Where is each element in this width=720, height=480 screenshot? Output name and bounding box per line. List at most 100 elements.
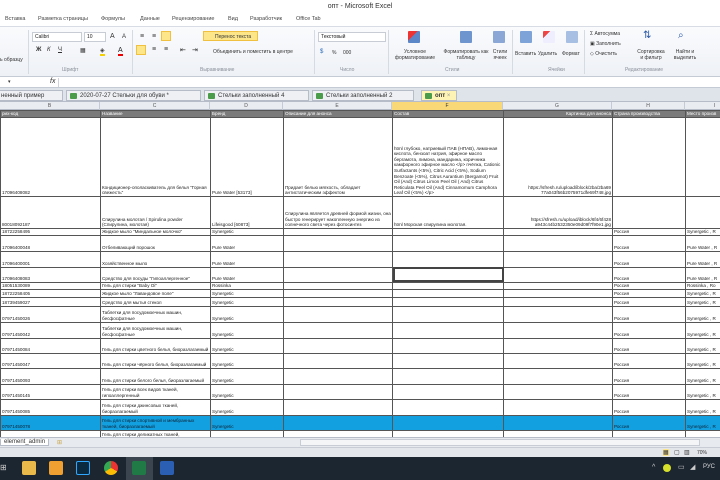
align-left-icon[interactable] xyxy=(136,45,146,55)
cell[interactable]: Россия xyxy=(612,367,686,385)
formula-input[interactable] xyxy=(58,78,718,87)
cell[interactable]: Synergetic xyxy=(210,398,284,416)
cell[interactable]: Россия xyxy=(612,288,686,298)
format-cells-icon[interactable] xyxy=(566,31,578,43)
cell[interactable]: Придает белью мягкость, обладает антиста… xyxy=(283,117,393,197)
outlook-icon[interactable] xyxy=(49,461,63,475)
cell[interactable]: Synergetic xyxy=(210,228,284,236)
shrink-font-icon[interactable]: A xyxy=(122,34,126,40)
cell[interactable] xyxy=(503,398,613,416)
cell[interactable]: 80018092187 xyxy=(0,196,101,229)
header-cell[interactable]: Место произв xyxy=(685,110,720,118)
page-layout-view-icon[interactable]: ▢ xyxy=(674,449,680,456)
cell[interactable]: Россия xyxy=(612,383,686,400)
cell[interactable]: Средство для мытья стекол xyxy=(100,296,211,307)
cell[interactable]: Synergetic , R xyxy=(685,398,720,416)
cell[interactable]: 07971450042 xyxy=(0,321,101,339)
header-cell[interactable]: рих-код xyxy=(0,110,101,118)
column-header-b[interactable]: B xyxy=(0,102,100,110)
cell[interactable]: Synergetic xyxy=(210,321,284,339)
cell[interactable]: Россия xyxy=(612,266,686,283)
cell[interactable]: 07971450026 xyxy=(0,305,101,323)
cell[interactable]: 07971450093 xyxy=(0,367,101,385)
font-color-icon[interactable]: A xyxy=(118,47,123,56)
cell[interactable]: Таблетки для посудомоечных машин, бесфос… xyxy=(100,321,211,339)
fill-color-icon[interactable]: ◈ xyxy=(100,47,105,56)
merge-center-button[interactable]: Объединить и поместить в центре xyxy=(213,49,293,55)
cell[interactable] xyxy=(503,288,613,298)
cell[interactable] xyxy=(503,281,613,290)
cell[interactable]: Спирулина молотая / Spirulina powder (Сп… xyxy=(100,196,211,229)
cell[interactable] xyxy=(392,337,504,354)
cell[interactable] xyxy=(685,196,720,229)
tab-data[interactable]: Данные xyxy=(140,16,160,22)
cell[interactable] xyxy=(283,352,393,369)
cell[interactable]: Synergetic , R xyxy=(685,296,720,307)
cell[interactable] xyxy=(612,429,686,437)
cell[interactable]: Synergetic xyxy=(210,337,284,354)
workbook-tab-active[interactable]: опт × xyxy=(421,90,457,101)
cell[interactable]: Synergetic xyxy=(210,414,284,431)
autosum-button[interactable]: Σ Автосумма xyxy=(590,31,620,37)
column-header-h[interactable]: H xyxy=(612,102,685,110)
cell[interactable]: Спирулина является древней формой жизни,… xyxy=(283,196,393,229)
cell[interactable]: 07971450145 xyxy=(0,383,101,400)
italic-button[interactable]: К xyxy=(47,47,51,53)
header-cell[interactable]: Название xyxy=(100,110,211,118)
cell[interactable]: Synergetic , R xyxy=(685,414,720,431)
cell[interactable] xyxy=(392,281,504,290)
find-select-button[interactable]: Найти и выделить xyxy=(670,49,700,61)
tab-office-tab[interactable]: Office Tab xyxy=(296,16,321,22)
percent-button[interactable]: % xyxy=(332,50,336,56)
tab-formulas[interactable]: Формулы xyxy=(101,16,125,22)
cell[interactable]: Средство для посуды "Гипоаллергенное" xyxy=(100,266,211,283)
cell[interactable] xyxy=(283,414,393,431)
language-indicator[interactable]: РУС xyxy=(703,464,715,470)
cell[interactable]: Россия xyxy=(612,414,686,431)
cell[interactable] xyxy=(503,414,613,431)
name-box-dropdown-icon[interactable]: ▾ xyxy=(8,79,11,85)
workbook-tab[interactable]: Стельки заполненный 2 xyxy=(312,90,414,101)
clear-button[interactable]: ◇ Очистить xyxy=(590,51,617,57)
cell[interactable]: Synergetic xyxy=(210,352,284,369)
header-cell[interactable]: Описание для анонса xyxy=(283,110,393,118)
cell[interactable] xyxy=(392,250,504,268)
workbook-tab[interactable]: ненный пример xyxy=(0,90,63,101)
cell[interactable]: 17096400048 xyxy=(0,234,101,252)
header-cell[interactable]: Картинка для анонса xyxy=(503,110,613,118)
insert-cells-icon[interactable] xyxy=(520,31,532,43)
cell[interactable]: Россия xyxy=(612,281,686,290)
cell[interactable]: Rossinka xyxy=(210,281,284,290)
cell[interactable]: Synergetic , R xyxy=(685,352,720,369)
cell[interactable]: 17096400001 xyxy=(0,250,101,268)
cell[interactable] xyxy=(503,337,613,354)
cell[interactable]: Pure Water xyxy=(210,266,284,283)
cell[interactable] xyxy=(0,429,101,437)
cell[interactable] xyxy=(503,296,613,307)
tab-insert[interactable]: Вставка xyxy=(5,16,25,22)
cell[interactable]: Synergetic , R xyxy=(685,337,720,354)
number-format-select[interactable]: Текстовый xyxy=(318,32,386,42)
cell[interactable] xyxy=(392,228,504,236)
cell[interactable] xyxy=(392,367,504,385)
cell[interactable]: Россия xyxy=(612,352,686,369)
chrome-icon[interactable] xyxy=(104,461,118,475)
cell[interactable]: Россия xyxy=(612,321,686,339)
cell[interactable]: Россия xyxy=(612,337,686,354)
align-right-icon[interactable]: ≡ xyxy=(164,46,168,53)
cell[interactable]: Жидкое мыло "Лавандовое поле" xyxy=(100,288,211,298)
cell[interactable]: Гель для стирки чёрного белья, биоразлаг… xyxy=(100,352,211,369)
cell-styles-button[interactable]: Стили ячеек xyxy=(490,49,510,61)
conditional-format-button[interactable]: Условное форматирование xyxy=(392,49,438,61)
fx-icon[interactable]: fx xyxy=(50,78,55,85)
cell[interactable] xyxy=(283,367,393,385)
align-middle-icon[interactable]: ≡ xyxy=(152,33,156,40)
cell[interactable] xyxy=(612,196,686,229)
column-header-g[interactable]: G xyxy=(503,102,612,110)
cell[interactable]: Synergetic , R xyxy=(685,367,720,385)
cell[interactable]: Россия xyxy=(612,305,686,323)
outdent-icon[interactable]: ⇥ xyxy=(192,46,198,54)
cell[interactable]: Отбеливающий порошок xyxy=(100,234,211,252)
format-as-table-button[interactable]: Форматировать как таблицу xyxy=(443,49,489,61)
underline-button[interactable]: Ч xyxy=(58,47,62,53)
